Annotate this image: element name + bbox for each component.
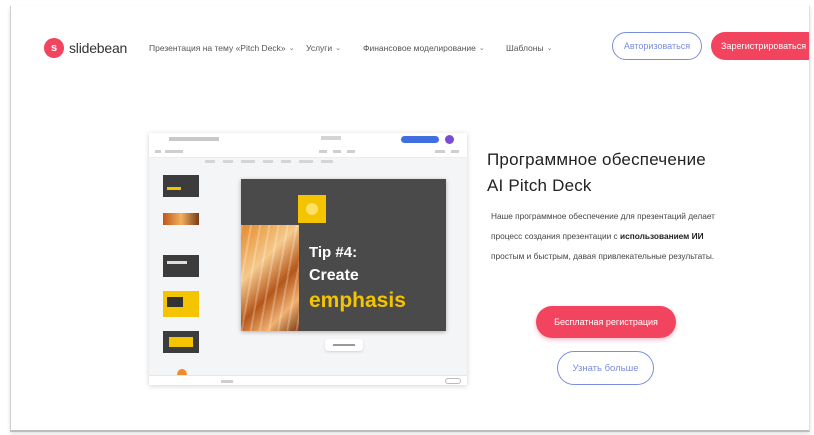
slide-thumbnail bbox=[163, 255, 199, 277]
menu-item-label: Финансовое моделирование bbox=[363, 43, 476, 53]
preview-tool-placeholder bbox=[223, 160, 233, 163]
hero-title-line2: AI Pitch Deck bbox=[487, 176, 592, 195]
hero-desc-bold: использованием ИИ bbox=[620, 231, 704, 241]
circle-icon bbox=[306, 203, 318, 215]
menu-item-pitch-deck[interactable]: Презентация на тему «Pitch Deck» ⌄ bbox=[149, 43, 295, 53]
preview-footer-placeholder bbox=[221, 380, 233, 383]
slide-emphasis-text: emphasis bbox=[309, 289, 406, 312]
preview-menu-placeholder bbox=[435, 150, 445, 153]
preview-slide-sidebar bbox=[155, 159, 199, 385]
learn-more-button[interactable]: Узнать больше bbox=[557, 351, 654, 385]
logo-icon: s bbox=[44, 38, 64, 58]
preview-tool-placeholder bbox=[281, 160, 291, 163]
logo[interactable]: s slidebean bbox=[44, 38, 127, 58]
slide-thumbnail bbox=[163, 291, 199, 317]
slide-canvas: Tip #4: Create emphasis bbox=[241, 179, 446, 331]
slide-accent-square bbox=[298, 195, 326, 223]
preview-header bbox=[149, 133, 467, 148]
browser-frame: s slidebean Презентация на тему «Pitch D… bbox=[10, 6, 810, 432]
preview-menu-placeholder bbox=[319, 150, 327, 153]
slide-create-text: Create bbox=[309, 267, 359, 284]
avatar bbox=[445, 135, 454, 144]
chevron-down-icon: ⌄ bbox=[546, 45, 553, 52]
preview-tool-placeholder bbox=[321, 160, 333, 163]
chevron-down-icon: ⌄ bbox=[335, 45, 342, 52]
preview-floating-toolbar bbox=[325, 339, 363, 351]
preview-tool-placeholder bbox=[263, 160, 273, 163]
signup-button[interactable]: Зарегистрироваться bbox=[711, 32, 809, 60]
menu-item-label: Услуги bbox=[306, 43, 333, 53]
slide-thumbnail bbox=[163, 175, 199, 197]
menu-item-financial-modeling[interactable]: Финансовое моделирование ⌄ bbox=[363, 43, 485, 53]
menu-item-label: Шаблоны bbox=[506, 43, 544, 53]
slide-thumbnail bbox=[163, 331, 199, 353]
preview-menu-placeholder bbox=[165, 150, 183, 153]
preview-tool-placeholder bbox=[299, 160, 313, 163]
top-navigation: s slidebean Презентация на тему «Pitch D… bbox=[11, 6, 809, 86]
hero-desc-part2: простым и быстрым, давая привлекательные… bbox=[491, 251, 715, 261]
slide-photo-texture bbox=[241, 225, 299, 331]
preview-menu-placeholder bbox=[155, 150, 161, 153]
app-preview-screenshot: Tip #4: Create emphasis bbox=[149, 133, 467, 385]
preview-menu-placeholder bbox=[451, 150, 459, 153]
preview-footer-button bbox=[445, 378, 461, 384]
free-signup-button[interactable]: Бесплатная регистрация bbox=[536, 306, 676, 338]
preview-tool-placeholder bbox=[241, 160, 255, 163]
menu-item-templates[interactable]: Шаблоны ⌄ bbox=[506, 43, 552, 53]
menu-item-label: Презентация на тему «Pitch Deck» bbox=[149, 43, 286, 53]
preview-menu-placeholder bbox=[347, 150, 355, 153]
login-button[interactable]: Авторизоваться bbox=[612, 32, 702, 60]
hero-title: Программное обеспечение AI Pitch Deck bbox=[487, 147, 787, 199]
slide-thumbnail bbox=[163, 213, 199, 225]
preview-title-placeholder bbox=[169, 137, 219, 141]
preview-toolbar bbox=[201, 157, 467, 166]
preview-menu-placeholder bbox=[333, 150, 341, 153]
preview-status-placeholder bbox=[321, 136, 341, 140]
hero-title-line1: Программное обеспечение bbox=[487, 150, 706, 169]
logo-text: slidebean bbox=[69, 40, 128, 56]
chevron-down-icon: ⌄ bbox=[478, 45, 485, 52]
preview-tool-placeholder bbox=[205, 160, 215, 163]
preview-footer bbox=[149, 375, 467, 385]
hero-description: Наше программное обеспечение для презент… bbox=[491, 206, 731, 266]
preview-share-button bbox=[401, 136, 439, 143]
menu-item-services[interactable]: Услуги ⌄ bbox=[306, 43, 341, 53]
slide-tip-text: Tip #4: bbox=[309, 244, 358, 261]
chevron-down-icon: ⌄ bbox=[288, 45, 295, 52]
